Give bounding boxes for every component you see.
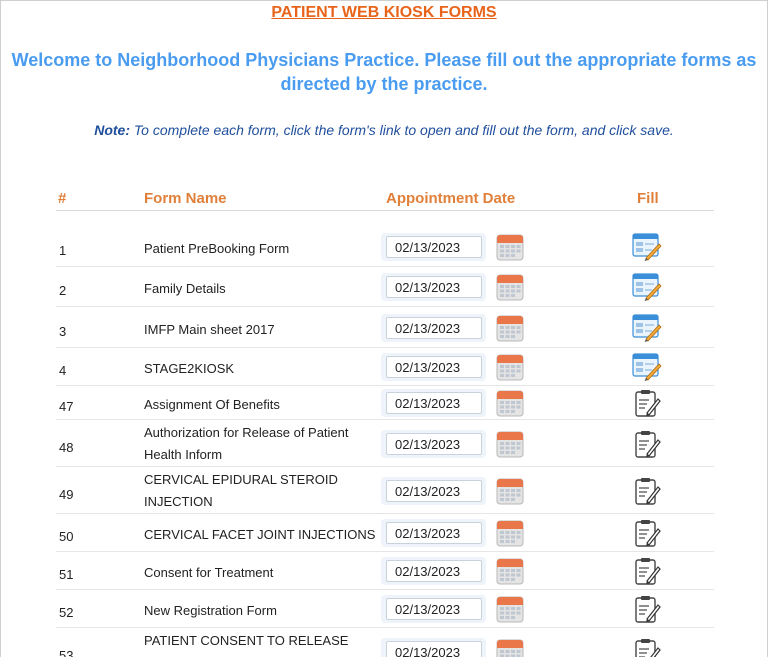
form-edit-icon[interactable] — [632, 314, 662, 342]
calendar-icon[interactable] — [496, 519, 524, 547]
form-name-link[interactable]: New Registration Form — [144, 600, 384, 622]
appointment-date-field — [381, 430, 486, 458]
page-title: PATIENT WEB KIOSK FORMS — [271, 4, 497, 21]
note-label: Note: — [94, 122, 131, 138]
calendar-icon[interactable] — [496, 638, 524, 657]
appointment-date-input[interactable] — [386, 598, 482, 620]
table-row: 52 New Registration Form — [56, 590, 714, 628]
instruction-note: Note: To complete each form, click the f… — [1, 122, 767, 138]
appointment-date-input[interactable] — [386, 356, 482, 378]
calendar-icon[interactable] — [496, 477, 524, 505]
note-text: To complete each form, click the form's … — [130, 122, 674, 138]
appointment-date-field — [381, 353, 486, 381]
appointment-date-input[interactable] — [386, 560, 482, 582]
form-number: 4 — [59, 363, 67, 378]
clipboard-edit-icon[interactable] — [632, 557, 662, 585]
table-row: 49 CERVICAL EPIDURAL STEROID INJECTION — [56, 467, 714, 514]
form-number: 50 — [59, 529, 74, 544]
table-row: 53 PATIENT CONSENT TO RELEASE — [56, 628, 714, 657]
appointment-date-field — [381, 314, 486, 342]
form-name-link[interactable]: Family Details — [144, 278, 384, 300]
form-number: 51 — [59, 567, 74, 582]
form-edit-icon[interactable] — [632, 353, 662, 381]
form-edit-icon[interactable] — [632, 233, 662, 261]
form-name-link[interactable]: STAGE2KIOSK — [144, 358, 384, 380]
appointment-date-input[interactable] — [386, 317, 482, 339]
appointment-date-input[interactable] — [386, 641, 482, 657]
table-row: 48 Authorization for Release of Patient H… — [56, 420, 714, 467]
form-name-link[interactable]: CERVICAL FACET JOINT INJECTIONS — [144, 524, 384, 546]
calendar-icon[interactable] — [496, 273, 524, 301]
calendar-icon[interactable] — [496, 233, 524, 261]
form-number: 49 — [59, 487, 74, 502]
appointment-date-field — [381, 557, 486, 585]
form-number: 52 — [59, 605, 74, 620]
table-row: 51 Consent for Treatment — [56, 552, 714, 590]
form-number: 47 — [59, 399, 74, 414]
table-row: 47 Assignment Of Benefits — [56, 386, 714, 420]
header-appointment-date: Appointment Date — [386, 190, 516, 207]
clipboard-edit-icon[interactable] — [632, 430, 662, 458]
form-name-link[interactable]: PATIENT CONSENT TO RELEASE — [144, 630, 384, 652]
calendar-icon[interactable] — [496, 595, 524, 623]
header-form-name: Form Name — [144, 190, 227, 207]
appointment-date-input[interactable] — [386, 276, 482, 298]
calendar-icon[interactable] — [496, 314, 524, 342]
calendar-icon[interactable] — [496, 353, 524, 381]
header-divider — [56, 210, 714, 211]
table-row: 3 IMFP Main sheet 2017 — [56, 307, 714, 348]
table-row: 4 STAGE2KIOSK — [56, 348, 714, 386]
form-name-link[interactable]: IMFP Main sheet 2017 — [144, 319, 384, 341]
appointment-date-input[interactable] — [386, 433, 482, 455]
form-edit-icon[interactable] — [632, 273, 662, 301]
form-name-link[interactable]: CERVICAL EPIDURAL STEROID INJECTION — [144, 469, 384, 513]
appointment-date-input[interactable] — [386, 480, 482, 502]
clipboard-edit-icon[interactable] — [632, 595, 662, 623]
appointment-date-field — [381, 595, 486, 623]
form-number: 48 — [59, 440, 74, 455]
clipboard-edit-icon[interactable] — [632, 638, 662, 657]
calendar-icon[interactable] — [496, 557, 524, 585]
table-row: 2 Family Details — [56, 267, 714, 307]
appointment-date-field — [381, 638, 486, 657]
calendar-icon[interactable] — [496, 430, 524, 458]
appointment-date-field — [381, 389, 486, 417]
clipboard-edit-icon[interactable] — [632, 477, 662, 505]
header-number: # — [58, 190, 67, 207]
form-number: 2 — [59, 283, 67, 298]
appointment-date-field — [381, 477, 486, 505]
header-fill: Fill — [637, 190, 659, 207]
form-name-link[interactable]: Assignment Of Benefits — [144, 394, 384, 416]
table-row: 50 CERVICAL FACET JOINT INJECTIONS — [56, 514, 714, 552]
form-number: 53 — [59, 648, 74, 657]
table-row: 1 Patient PreBooking Form — [56, 226, 714, 267]
form-name-link[interactable]: Authorization for Release of Patient Hea… — [144, 422, 384, 466]
appointment-date-field — [381, 519, 486, 547]
form-number: 1 — [59, 243, 67, 258]
kiosk-page: PATIENT WEB KIOSK FORMS Welcome to Neigh… — [0, 0, 768, 657]
welcome-message: Welcome to Neighborhood Physicians Pract… — [11, 50, 757, 94]
appointment-date-input[interactable] — [386, 392, 482, 414]
form-name-link[interactable]: Consent for Treatment — [144, 562, 384, 584]
clipboard-edit-icon[interactable] — [632, 519, 662, 547]
appointment-date-field — [381, 273, 486, 301]
appointment-date-input[interactable] — [386, 522, 482, 544]
appointment-date-input[interactable] — [386, 236, 482, 258]
appointment-date-field — [381, 233, 486, 261]
form-name-link[interactable]: Patient PreBooking Form — [144, 238, 384, 260]
clipboard-edit-icon[interactable] — [632, 389, 662, 417]
calendar-icon[interactable] — [496, 389, 524, 417]
form-number: 3 — [59, 324, 67, 339]
